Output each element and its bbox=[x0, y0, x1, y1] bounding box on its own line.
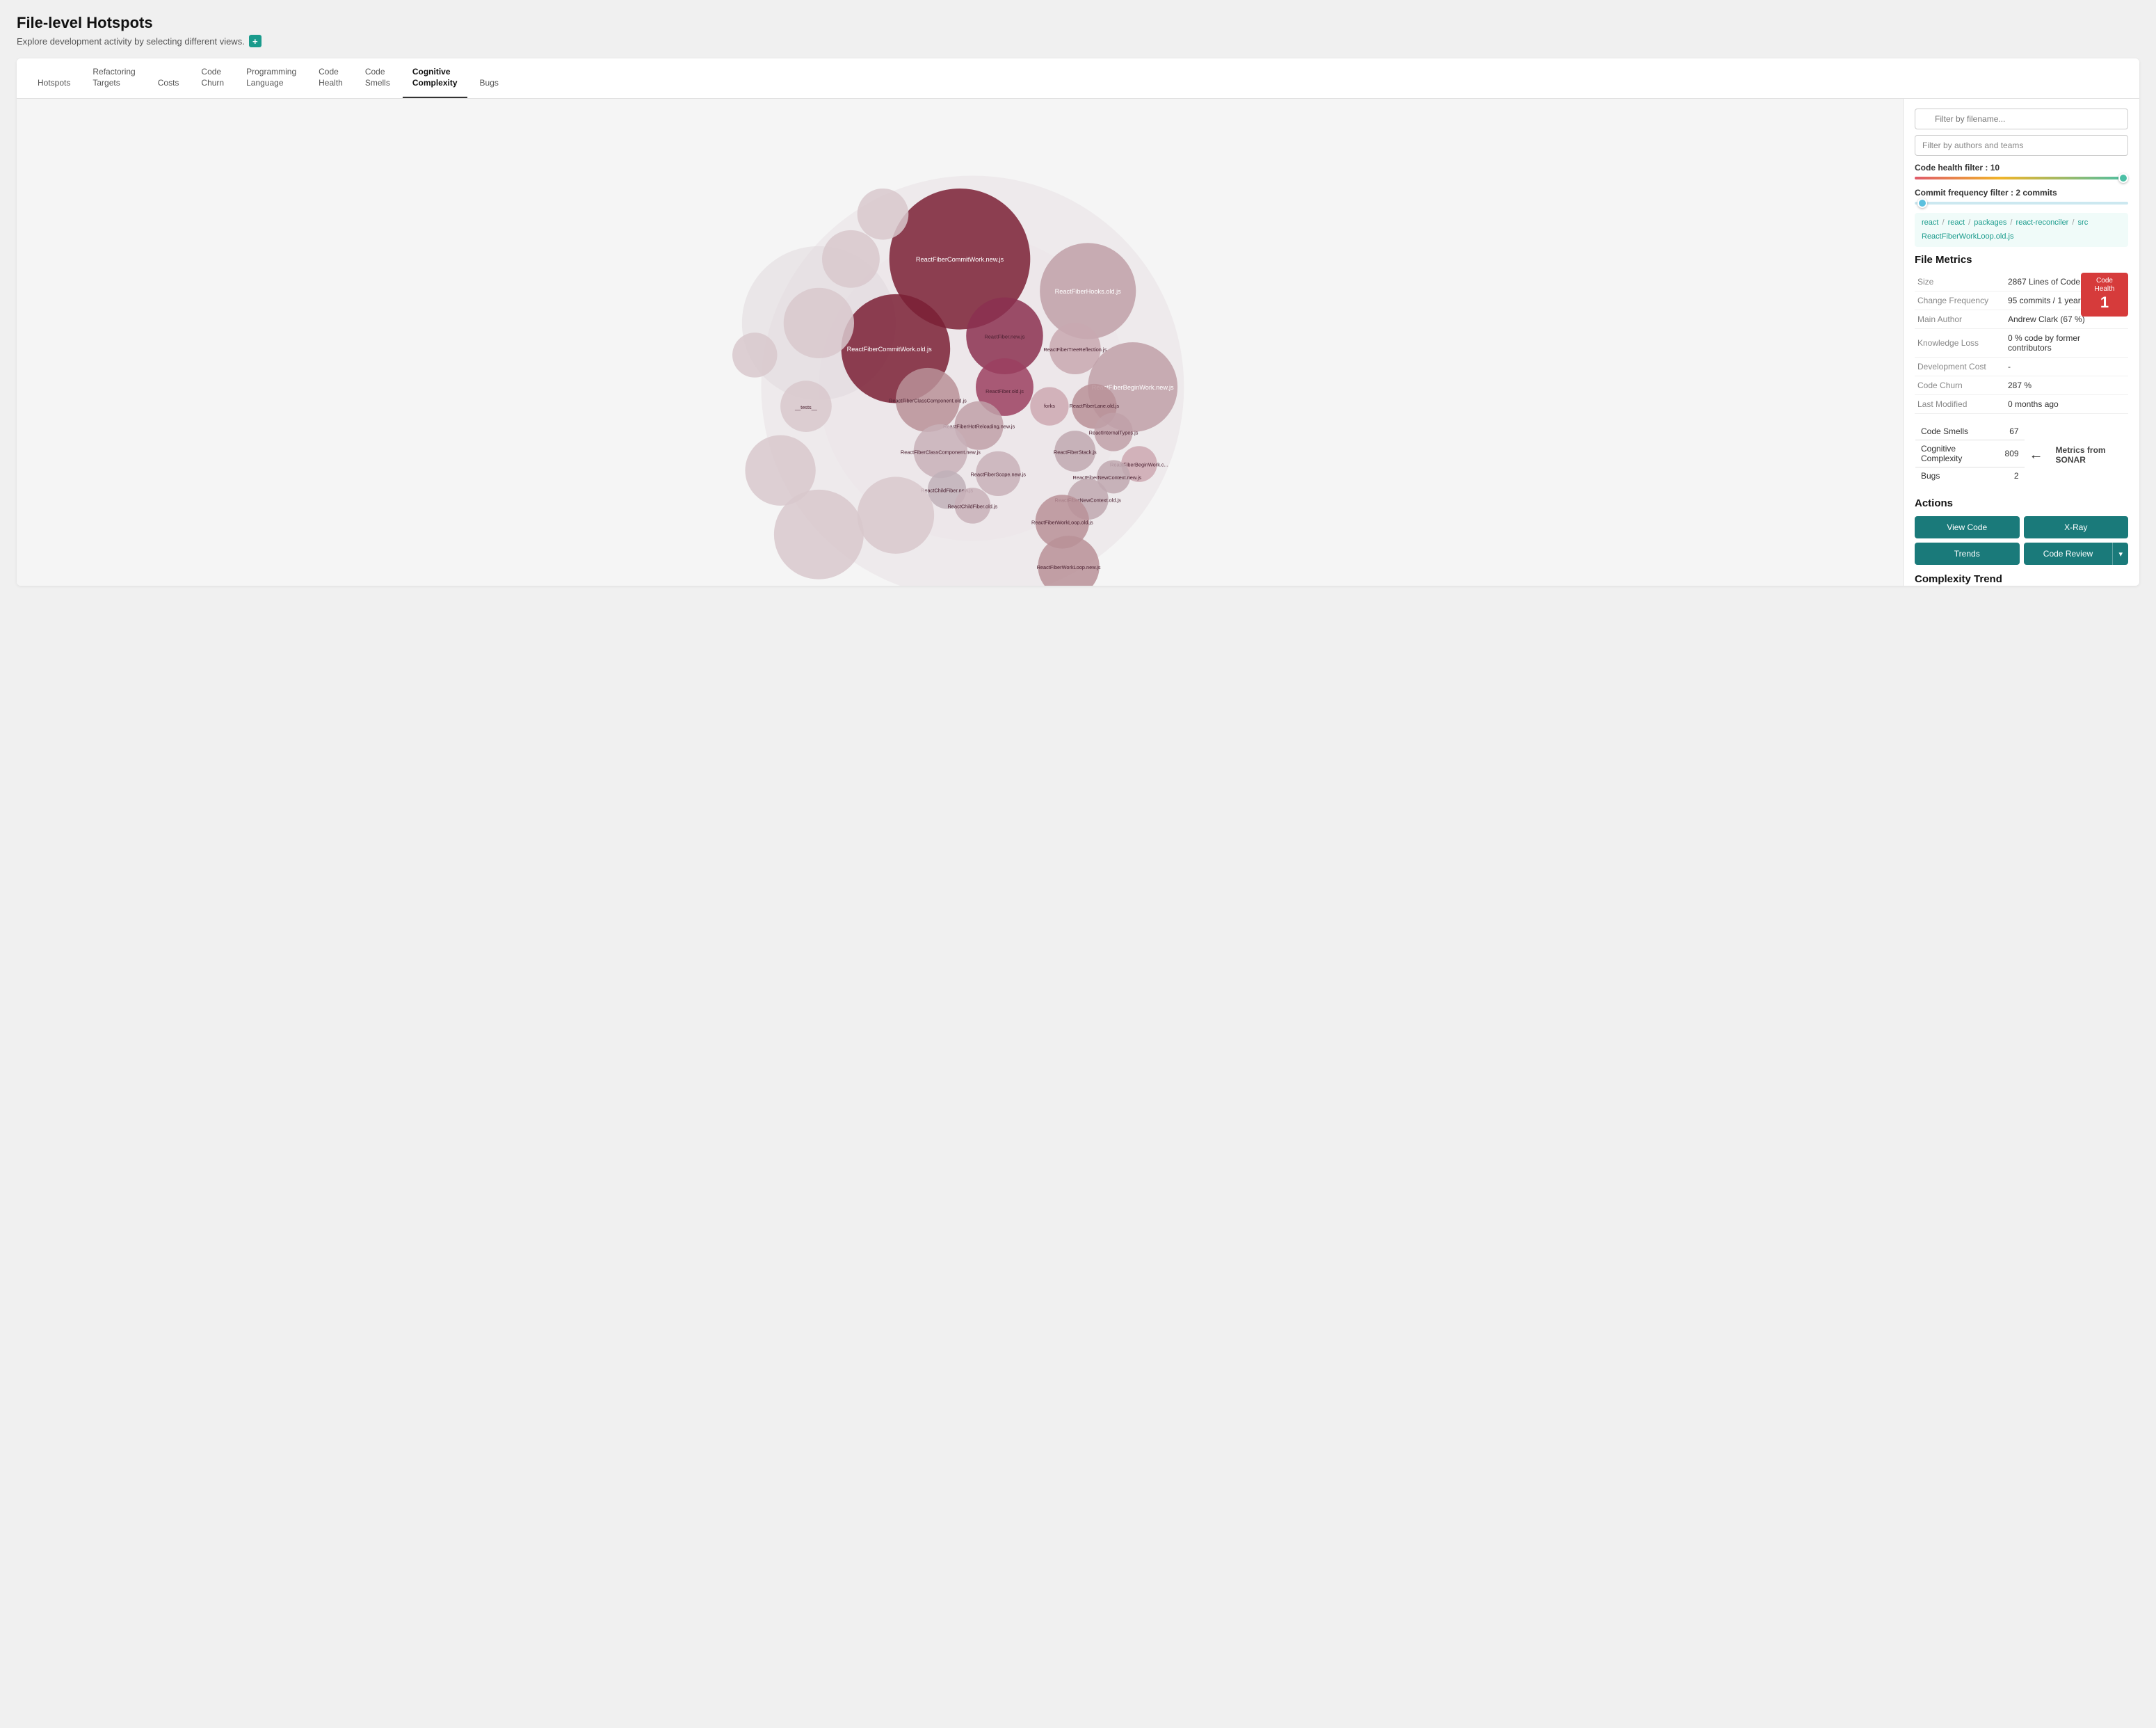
metrics-row: Last Modified0 months ago bbox=[1915, 395, 2128, 414]
breadcrumb-part-2[interactable]: packages bbox=[1974, 218, 2006, 227]
bubble-b27[interactable] bbox=[774, 490, 864, 579]
tab-programming[interactable]: Programming Language bbox=[236, 58, 306, 98]
bubble-label-b5: ReactFiberHooks.old.js bbox=[1055, 288, 1122, 295]
bubble-b24[interactable] bbox=[822, 230, 880, 288]
metrics-label: Development Cost bbox=[1915, 358, 2005, 376]
bubble-label-b6: ReactFiberTreeReflection.js bbox=[1043, 346, 1107, 353]
sonar-metrics-row: Code Smells67Cognitive Complexity809Bugs… bbox=[1915, 422, 2128, 488]
bubble-b29[interactable] bbox=[732, 333, 777, 377]
metrics-value: 0 months ago bbox=[2005, 395, 2128, 414]
arrow-indicator: ← bbox=[2029, 447, 2043, 463]
tab-costs[interactable]: Costs bbox=[148, 70, 189, 99]
trends-button[interactable]: Trends bbox=[1915, 543, 2020, 565]
add-button[interactable]: + bbox=[249, 35, 262, 47]
code-health-badge: Code Health 1 bbox=[2081, 273, 2128, 316]
bubble-label-b16: ReactFiberScope.new.js bbox=[971, 472, 1027, 478]
bubble-svg: ReactFiberCommitWork.new.js ReactFiberCom… bbox=[17, 99, 1903, 586]
commit-filter-label: Commit frequency filter : 2 commits bbox=[1915, 188, 2128, 198]
bubble-label-b9: ReactFiberClassComponent.old.js bbox=[889, 398, 967, 404]
bubble-label-b14: ReactFiberStack.js bbox=[1054, 449, 1097, 455]
bubble-label-b3: ReactFiber.new.js bbox=[984, 334, 1024, 340]
bubble-label-b13: ReactFiberClassComponent.new.js bbox=[901, 449, 981, 455]
breadcrumb-part-4[interactable]: src bbox=[2078, 218, 2089, 227]
sonar-table: Code Smells67Cognitive Complexity809Bugs… bbox=[1915, 422, 2025, 485]
page-subtitle: Explore development activity by selectin… bbox=[17, 35, 2139, 47]
metrics-row: Code Churn287 % bbox=[1915, 376, 2128, 395]
main-card: HotspotsRefactoring TargetsCostsCode Chu… bbox=[17, 58, 2139, 586]
view-code-button[interactable]: View Code bbox=[1915, 516, 2020, 538]
sidebar-panel: Filter by authors and teams Code health … bbox=[1903, 99, 2139, 586]
metrics-row: Knowledge Loss0 % code by former contrib… bbox=[1915, 329, 2128, 358]
metrics-label: Change Frequency bbox=[1915, 291, 2005, 310]
bubble-label-b1: ReactFiberCommitWork.new.js bbox=[916, 256, 1004, 263]
authors-filter-select[interactable]: Filter by authors and teams bbox=[1915, 135, 2128, 156]
breadcrumb-part-1[interactable]: react bbox=[1948, 218, 1965, 227]
tab-code-churn[interactable]: Code Churn bbox=[191, 58, 234, 98]
x-ray-button[interactable]: X-Ray bbox=[2024, 516, 2129, 538]
sonar-row: Code Smells67 bbox=[1915, 423, 2025, 440]
bubble-label-b2: ReactFiberCommitWork.old.js bbox=[847, 346, 932, 353]
metrics-label: Main Author bbox=[1915, 310, 2005, 329]
bubble-label-b12: ReactInternalTypes.js bbox=[1089, 430, 1139, 436]
sonar-row: Bugs2 bbox=[1915, 467, 2025, 485]
bubble-label-b21: ReactFiberWorkLoop.old.js bbox=[1031, 520, 1093, 526]
tab-code-smells[interactable]: Code Smells bbox=[355, 58, 400, 98]
tab-code-health[interactable]: Code Health bbox=[309, 58, 353, 98]
tab-cognitive[interactable]: Cognitive Complexity bbox=[403, 58, 467, 98]
bubble-b30[interactable] bbox=[858, 189, 909, 240]
sonar-row: Cognitive Complexity809 bbox=[1915, 440, 2025, 467]
actions-section: Actions View Code X-Ray Trends Code Revi… bbox=[1915, 497, 2128, 565]
commit-slider-track[interactable] bbox=[1915, 202, 2128, 205]
sidebar-inner: Filter by authors and teams Code health … bbox=[1904, 99, 2139, 586]
commit-slider-thumb[interactable] bbox=[1917, 198, 1927, 208]
code-health-slider-thumb[interactable] bbox=[2118, 173, 2128, 183]
file-metrics-title: File Metrics bbox=[1915, 254, 2128, 266]
breadcrumb-filename: ReactFiberWorkLoop.old.js bbox=[1922, 231, 2121, 243]
tabs-bar: HotspotsRefactoring TargetsCostsCode Chu… bbox=[17, 58, 2139, 99]
bubble-label-b20: ReactChildFiber.old.js bbox=[948, 504, 998, 510]
content-area: ReactFiberCommitWork.new.js ReactFiberCom… bbox=[17, 99, 2139, 586]
bubble-label-b10: ReactFiberLane.old.js bbox=[1070, 403, 1120, 409]
page-title: File-level Hotspots bbox=[17, 14, 2139, 32]
breadcrumb-part-0[interactable]: react bbox=[1922, 218, 1938, 227]
bubble-b28[interactable] bbox=[858, 477, 935, 554]
actions-grid: View Code X-Ray Trends Code Review ▾ bbox=[1915, 516, 2128, 565]
metrics-value: 0 % code by former contributors bbox=[2005, 329, 2128, 358]
code-review-button[interactable]: Code Review bbox=[2024, 543, 2113, 565]
trend-section: Complexity Trend 2020 bbox=[1915, 573, 2128, 586]
metrics-label: Size bbox=[1915, 273, 2005, 291]
trend-title: Complexity Trend bbox=[1915, 573, 2128, 585]
code-health-slider-track[interactable] bbox=[1915, 177, 2128, 179]
metrics-value: 287 % bbox=[2005, 376, 2128, 395]
sonar-note: Metrics from SONAR bbox=[2056, 445, 2128, 465]
breadcrumb: react / react / packages / react-reconci… bbox=[1915, 213, 2128, 247]
filter-input-wrap bbox=[1915, 109, 2128, 129]
tab-hotspots[interactable]: Hotspots bbox=[28, 70, 80, 99]
tab-refactoring[interactable]: Refactoring Targets bbox=[83, 58, 145, 98]
metrics-value: - bbox=[2005, 358, 2128, 376]
code-review-split-button: Code Review ▾ bbox=[2024, 543, 2129, 565]
commit-slider-wrap bbox=[1915, 202, 2128, 205]
code-health-filter-label: Code health filter : 10 bbox=[1915, 163, 2128, 173]
filename-filter-input[interactable] bbox=[1915, 109, 2128, 129]
actions-title: Actions bbox=[1915, 497, 2128, 509]
bubble-chart[interactable]: ReactFiberCommitWork.new.js ReactFiberCom… bbox=[17, 99, 1903, 586]
code-health-slider-wrap bbox=[1915, 177, 2128, 179]
bubble-b23[interactable] bbox=[784, 288, 854, 358]
metrics-label: Code Churn bbox=[1915, 376, 2005, 395]
metrics-label: Knowledge Loss bbox=[1915, 329, 2005, 358]
metrics-label: Last Modified bbox=[1915, 395, 2005, 414]
page-wrapper: File-level Hotspots Explore development … bbox=[0, 0, 2156, 1728]
bubble-label-b8: forks bbox=[1044, 403, 1055, 409]
breadcrumb-part-3[interactable]: react-reconciler bbox=[2016, 218, 2069, 227]
metrics-area: Size2867 Lines of CodeChange Frequency95… bbox=[1915, 273, 2128, 414]
code-review-dropdown-button[interactable]: ▾ bbox=[2112, 543, 2128, 565]
bubble-label-b22: ReactFiberWorkLoop.new.js bbox=[1037, 564, 1101, 570]
metrics-row: Development Cost- bbox=[1915, 358, 2128, 376]
tab-bugs[interactable]: Bugs bbox=[470, 70, 508, 99]
bubble-label-b25: __tests__ bbox=[794, 404, 818, 410]
bubble-label-b4: ReactFiber.old.js bbox=[986, 388, 1024, 394]
